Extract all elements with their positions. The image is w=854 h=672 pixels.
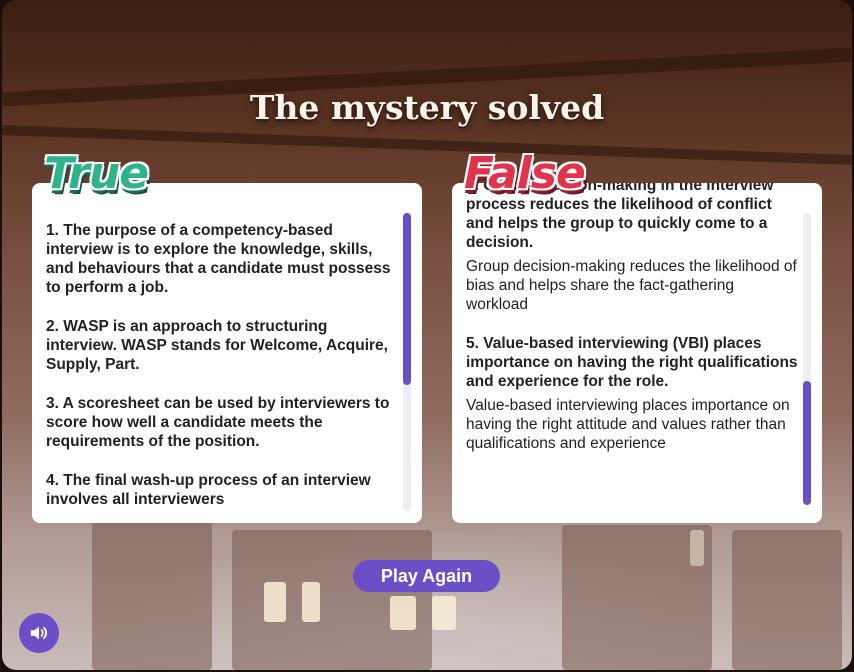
- lit-window: [390, 596, 416, 630]
- lit-window: [432, 596, 456, 630]
- false-panel: 4. Group decision-making in the intervie…: [452, 183, 822, 523]
- statement-text: 5. Value-based interviewing (VBI) places…: [466, 335, 798, 390]
- true-panel: 1. The purpose of a competency-based int…: [32, 183, 422, 523]
- list-item: 2. WASP is an approach to structuring in…: [46, 317, 398, 374]
- lit-window: [690, 530, 704, 566]
- explanation-text: Group decision-making reduces the likeli…: [466, 258, 797, 313]
- list-item: 4. Group decision-making in the intervie…: [466, 183, 798, 314]
- page-title: The mystery solved: [249, 88, 605, 127]
- false-list[interactable]: 4. Group decision-making in the intervie…: [466, 183, 798, 523]
- false-badge: False: [464, 148, 586, 199]
- scrollbar-thumb[interactable]: [803, 381, 811, 505]
- building: [732, 530, 842, 670]
- true-badge: True: [44, 148, 149, 199]
- lit-window: [302, 582, 320, 622]
- true-list[interactable]: 1. The purpose of a competency-based int…: [46, 183, 398, 523]
- list-item: 3. A scoresheet can be used by interview…: [46, 394, 398, 451]
- building: [92, 520, 212, 670]
- sound-toggle-button[interactable]: [19, 613, 59, 653]
- scrollbar-thumb[interactable]: [403, 213, 411, 385]
- list-item: 4. The final wash-up process of an inter…: [46, 471, 398, 509]
- list-item: 5. Value-based interviewing (VBI) places…: [466, 334, 798, 453]
- statement-text: 1. The purpose of a competency-based int…: [46, 222, 391, 296]
- statement-text: 2. WASP is an approach to structuring in…: [46, 318, 388, 373]
- lit-window: [264, 582, 286, 622]
- list-item: 1. The purpose of a competency-based int…: [46, 221, 398, 297]
- statement-text: 4. The final wash-up process of an inter…: [46, 472, 371, 508]
- play-again-button[interactable]: Play Again: [353, 560, 500, 592]
- statement-text: 3. A scoresheet can be used by interview…: [46, 395, 390, 450]
- speaker-icon: [30, 626, 48, 640]
- explanation-text: Value-based interviewing places importan…: [466, 397, 790, 452]
